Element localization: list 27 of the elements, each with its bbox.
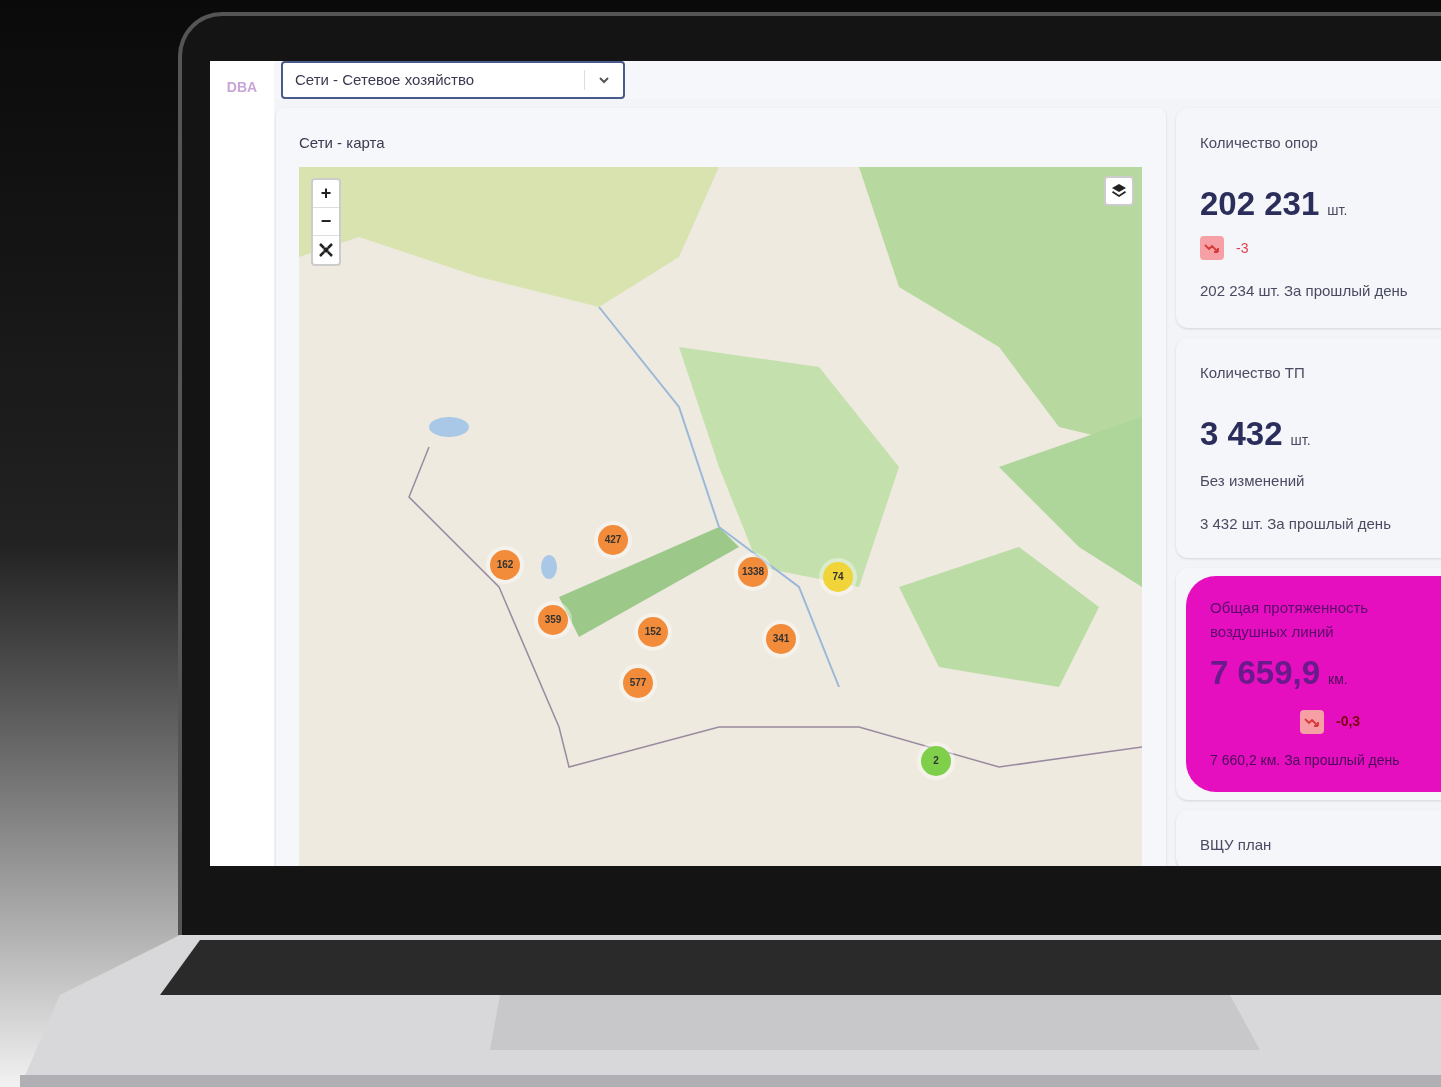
stat-unit: шт. xyxy=(1290,430,1311,450)
zoom-in-button[interactable]: + xyxy=(313,179,339,208)
section-select[interactable]: Сети - Сетевое хозяйство xyxy=(281,61,625,99)
card-title: Сети - карта xyxy=(299,133,386,153)
stat-delta: -0,3 xyxy=(1336,712,1361,731)
stat-unit: км. xyxy=(1328,670,1348,689)
trend-down-icon xyxy=(1200,236,1224,260)
layers-button[interactable] xyxy=(1104,175,1134,206)
stat-value: 3 432 xyxy=(1200,413,1283,454)
stat-value: 202 231 xyxy=(1200,183,1320,224)
stat-previous: 202 234 шт. За прошлый день xyxy=(1200,281,1409,301)
select-value: Сети - Сетевое хозяйство xyxy=(294,69,476,90)
stat-title: Количество опор xyxy=(1200,133,1319,153)
stat-previous: 7 660,2 км. За прошлый день xyxy=(1210,750,1401,770)
stat-unit: шт. xyxy=(1327,200,1348,220)
stat-value: 7 659,9 xyxy=(1210,653,1321,693)
logo: DBA xyxy=(226,78,258,97)
stat-title: Количество ТП xyxy=(1200,363,1306,383)
stat-title: ВЩУ план xyxy=(1200,835,1273,855)
layers-icon xyxy=(1111,182,1127,199)
stat-delta: Без изменений xyxy=(1200,471,1306,491)
zoom-out-button[interactable]: − xyxy=(313,207,339,236)
fullscreen-icon xyxy=(319,242,333,257)
stat-delta: -3 xyxy=(1236,238,1249,258)
trend-down-icon xyxy=(1300,709,1324,734)
stat-previous: 3 432 шт. За прошлый день xyxy=(1200,513,1392,534)
stat-title: Общая протяженность воздушных линий xyxy=(1210,598,1370,642)
